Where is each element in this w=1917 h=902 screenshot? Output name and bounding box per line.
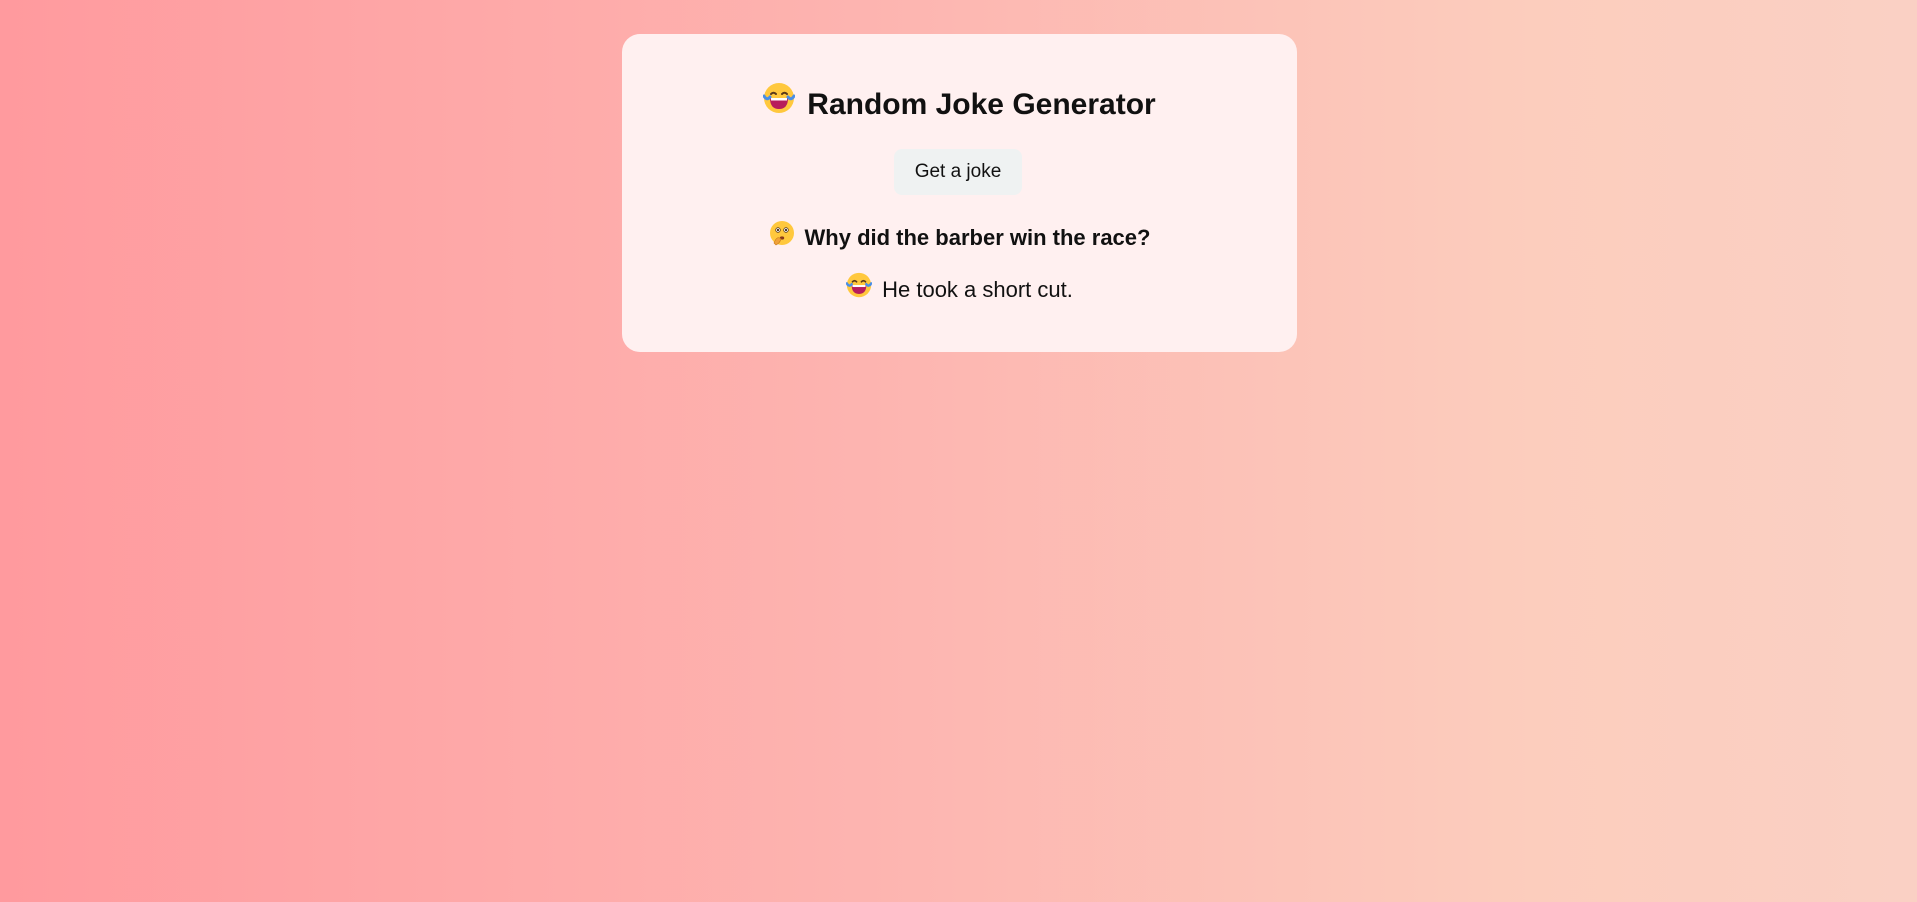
laughing-tears-face-icon (762, 82, 796, 127)
laughing-tears-face-icon (845, 272, 873, 307)
joke-setup: Why did the barber win the race? (622, 220, 1297, 255)
joke-punchline-text: He took a short cut. (882, 276, 1073, 302)
joke-punchline: He took a short cut. (622, 272, 1297, 307)
page-title-text: Random Joke Generator (807, 87, 1156, 121)
thinking-face-icon (769, 220, 795, 255)
page-title: Random Joke Generator (622, 82, 1297, 127)
joke-card: Random Joke Generator Get a joke Why did… (622, 34, 1297, 352)
get-joke-button[interactable]: Get a joke (894, 149, 1022, 195)
joke-setup-text: Why did the barber win the race? (804, 224, 1151, 250)
